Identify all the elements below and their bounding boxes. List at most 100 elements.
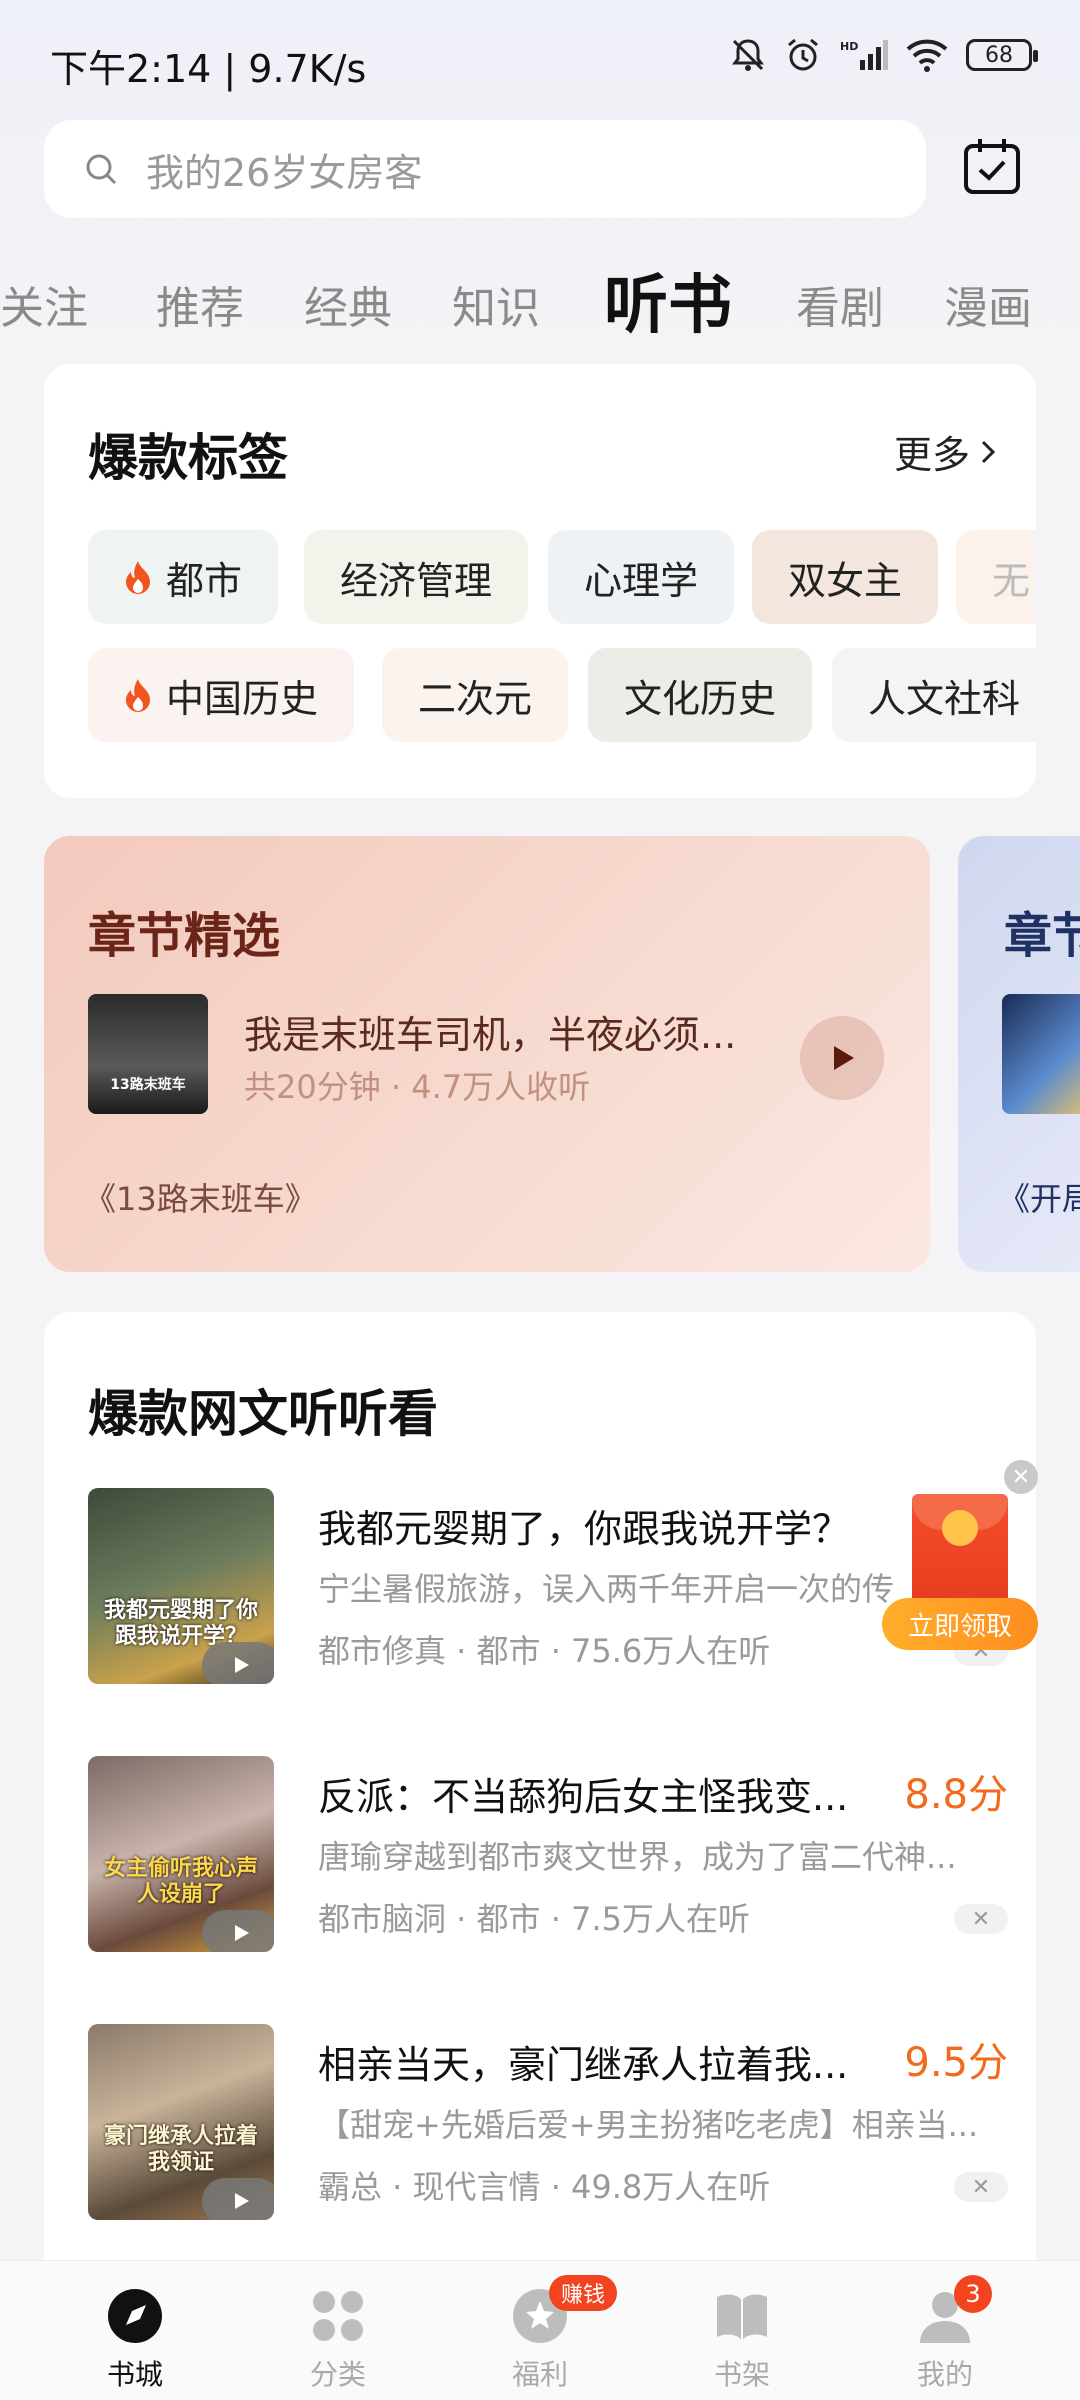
fire-icon: [126, 561, 150, 594]
tag-psychology[interactable]: 心理学: [548, 530, 735, 624]
red-envelope-float[interactable]: ✕ 立即领取: [880, 1460, 1040, 1660]
wifi-icon: [906, 39, 948, 72]
more-link[interactable]: 更多: [894, 424, 996, 479]
play-icon: [235, 1657, 249, 1673]
nav-label: 分类: [309, 2358, 366, 2391]
more-label: 更多: [893, 433, 970, 477]
nav-label: 我的: [916, 2358, 973, 2391]
book-description: 【甜宠+先婚后爱+男主扮猪吃老虎】相亲当...: [318, 2106, 979, 2144]
tag-double-heroine[interactable]: 双女主: [752, 530, 939, 624]
list-item[interactable]: 我都元婴期了你跟我说开学？ 我都元婴期了，你跟我说开学？ 8 宁尘暑假旅游，误入…: [88, 1488, 1008, 1688]
user-icon-wrap: 3: [916, 2275, 992, 2345]
status-time: 下午2:14 | 9.7K/s: [50, 47, 367, 91]
chapter-next-book-name: 《开局: [998, 1180, 1080, 1218]
chevron-right-icon: [981, 440, 996, 463]
tab-knowledge[interactable]: 知识: [452, 272, 540, 336]
grid-icon: [313, 2291, 363, 2341]
category-tabs: 关注 推荐 经典 知识 听书 看剧 漫画: [0, 248, 1080, 348]
book-title: 反派：不当舔狗后女主怪我变...: [318, 1775, 849, 1819]
battery-level: 68: [985, 42, 1013, 68]
hot-tags-card: 爆款标签 更多 都市 经济管理 心理学 双女主 无 中国历史 二次元 文化历史 …: [44, 364, 1036, 798]
book-cover-image: 豪门继承人拉着我领证: [88, 2024, 274, 2220]
tag-chinese-history[interactable]: 中国历史: [88, 648, 355, 742]
chapter-select-card-next[interactable]: 章节 《开局: [958, 836, 1080, 1272]
chapter-cover-image: 13路末班车: [88, 994, 208, 1114]
book-score: 9.5分: [904, 2040, 1008, 2086]
signal-icon: HD: [840, 40, 888, 70]
nav-welfare[interactable]: 赚钱 福利: [460, 2261, 620, 2400]
battery-icon: 68: [966, 39, 1038, 71]
status-icons: HD 68: [730, 36, 1038, 74]
list-item[interactable]: 豪门继承人拉着我领证 相亲当天，豪门继承人拉着我... 9.5分 【甜宠+先婚后…: [88, 2024, 1008, 2224]
tab-follow[interactable]: 关注: [0, 272, 88, 336]
book-description: 唐瑜穿越到都市爽文世界，成为了富二代神...: [318, 1838, 957, 1876]
nav-bookstore[interactable]: 书城: [55, 2261, 215, 2400]
book-icon: [717, 2294, 767, 2339]
claim-now-button[interactable]: 立即领取: [882, 1598, 1038, 1650]
tab-audiobook[interactable]: 听书: [604, 254, 732, 346]
tab-drama[interactable]: 看剧: [796, 272, 884, 336]
cover-play-button[interactable]: [202, 2178, 274, 2220]
svg-text:HD: HD: [840, 40, 858, 53]
book-meta: 霸总 · 现代言情 · 49.8万人在听: [318, 2168, 771, 2206]
tag-economics[interactable]: 经济管理: [304, 530, 529, 624]
calendar-check-icon[interactable]: [960, 134, 1024, 198]
chapter-select-card[interactable]: 章节精选 13路末班车 我是末班车司机，半夜必须... 共20分钟 · 4.7万…: [44, 836, 930, 1272]
earn-badge: 赚钱: [549, 2275, 618, 2311]
play-icon: [834, 1046, 854, 1070]
fire-icon: [126, 679, 150, 712]
tag-label: 文化历史: [624, 676, 777, 721]
tag-anime[interactable]: 二次元: [382, 648, 569, 742]
tag-label: 双女主: [788, 558, 903, 603]
nav-mine[interactable]: 3 我的: [865, 2261, 1025, 2400]
status-bar: 下午2:14 | 9.7K/s HD 68: [0, 0, 1080, 120]
chapter-select-title: 章节精选: [88, 908, 281, 964]
cover-play-button[interactable]: [202, 1910, 274, 1952]
cover-text: 13路末班车: [110, 1077, 186, 1093]
tag-label: 都市: [166, 558, 243, 603]
hot-tags-title: 爆款标签: [88, 429, 288, 487]
nav-bookshelf[interactable]: 书架: [662, 2261, 822, 2400]
book-cover-image: 女主偷听我心声人设崩了: [88, 1756, 274, 1952]
book-score: 8.8分: [904, 1772, 1008, 1818]
tag-label: 人文社科: [868, 676, 1021, 721]
list-item[interactable]: 女主偷听我心声人设崩了 反派：不当舔狗后女主怪我变... 8.8分 唐瑜穿越到都…: [88, 1756, 1008, 1956]
search-bar[interactable]: 我的26岁女房客: [44, 120, 926, 218]
search-icon: [86, 154, 117, 185]
book-meta: 都市脑洞 · 都市 · 7.5万人在听: [318, 1900, 750, 1938]
web-novel-title: 爆款网文听听看: [88, 1385, 438, 1443]
chapter-meta: 共20分钟 · 4.7万人收听: [244, 1068, 591, 1106]
tab-recommend[interactable]: 推荐: [156, 272, 244, 336]
cover-text: 女主偷听我心声人设崩了: [103, 1856, 258, 1907]
tag-culture-history[interactable]: 文化历史: [588, 648, 813, 742]
tab-comics[interactable]: 漫画: [944, 272, 1032, 336]
cover-play-button[interactable]: [202, 1642, 274, 1684]
book-title: 相亲当天，豪门继承人拉着我...: [318, 2043, 849, 2087]
book-title: 我都元婴期了，你跟我说开学？: [318, 1507, 851, 1551]
alarm-icon: [788, 38, 818, 71]
tab-classic[interactable]: 经典: [304, 272, 392, 336]
chapter-next-cover-image: [1002, 994, 1080, 1114]
notification-badge: 3: [954, 2275, 992, 2313]
search-placeholder: 我的26岁女房客: [146, 150, 423, 195]
coin-icon: [942, 1510, 978, 1546]
nav-category[interactable]: 分类: [258, 2261, 418, 2400]
tag-label: 心理学: [584, 558, 699, 603]
dismiss-button[interactable]: ✕: [954, 2172, 1008, 2202]
close-icon[interactable]: ✕: [1004, 1460, 1038, 1494]
chapter-book-name[interactable]: 《13路末班车》: [84, 1174, 317, 1220]
play-icon: [235, 2193, 249, 2209]
tag-humanities[interactable]: 人文社科: [832, 648, 1036, 742]
book-cover-image: 我都元婴期了你跟我说开学？: [88, 1488, 274, 1684]
nav-label: 书城: [106, 2358, 163, 2391]
tag-urban[interactable]: 都市: [88, 530, 279, 624]
chapter-next-title: 章节: [1004, 908, 1080, 964]
dismiss-button[interactable]: ✕: [954, 1904, 1008, 1934]
mute-bell-icon: [732, 39, 764, 71]
bottom-nav: 书城 分类 赚钱 福利 书架 3 我的: [0, 2260, 1080, 2400]
tag-label: 经济管理: [340, 558, 493, 603]
red-envelope-icon[interactable]: [912, 1494, 1008, 1614]
chapter-episode-title: 我是末班车司机，半夜必须...: [244, 1013, 737, 1057]
tag-partial[interactable]: 无: [956, 530, 1036, 624]
play-button[interactable]: [800, 1016, 884, 1100]
